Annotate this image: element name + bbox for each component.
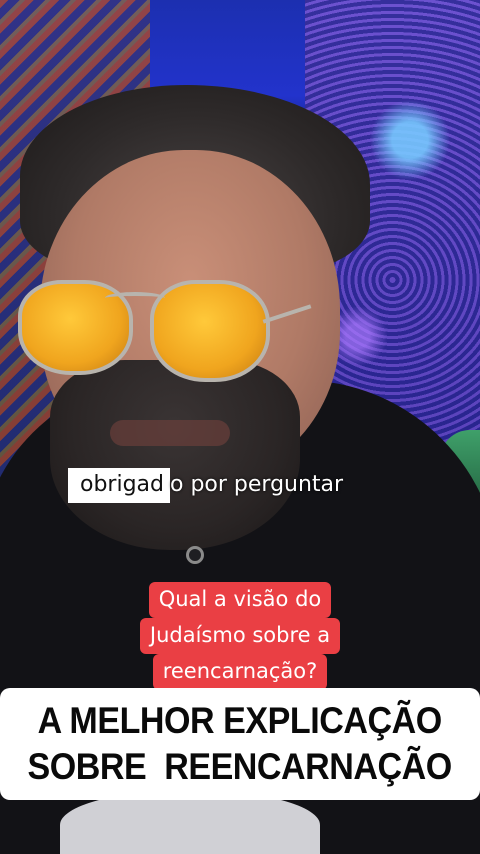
caption-remaining-text: o por perguntar: [170, 471, 344, 497]
headline-line: A MELHOR EXPLICAÇÃO: [37, 700, 443, 741]
auto-caption: obrigad o por perguntar: [68, 466, 347, 504]
question-line: reencarnação?: [152, 654, 328, 690]
mouth: [110, 420, 230, 446]
hoodie-grommet: [186, 546, 204, 564]
sunglasses-right-lens: [150, 280, 270, 382]
question-line: Judaísmo sobre a: [139, 618, 341, 654]
question-reply-sticker[interactable]: Qual a visão do Judaísmo sobre a reencar…: [0, 582, 480, 690]
headline-banner: A MELHOR EXPLICAÇÃO SOBRE REENCARNAÇÃO: [0, 688, 480, 800]
headline-line: SOBRE REENCARNAÇÃO: [27, 746, 453, 787]
beard: [50, 360, 300, 550]
sunglasses-bridge: [105, 292, 165, 304]
caption-highlighted-word: obrigad: [68, 467, 170, 503]
question-line: Qual a visão do: [148, 582, 332, 618]
